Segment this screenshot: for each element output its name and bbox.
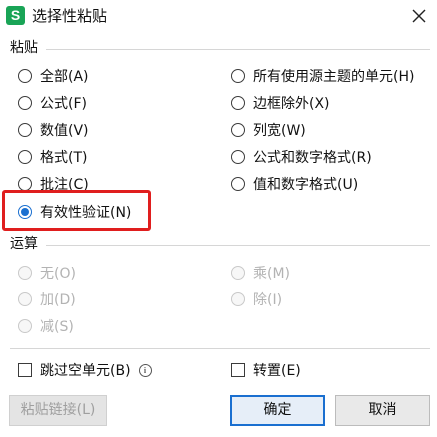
close-icon [412, 9, 426, 23]
radio-circle [18, 69, 32, 83]
radio-label: 全部(A) [40, 69, 89, 85]
paste-section-label: 粘贴 [10, 40, 38, 56]
radio-operation-subtract[interactable]: 减(S) [18, 315, 74, 337]
radio-circle [18, 96, 32, 110]
radio-paste-all[interactable]: 全部(A) [18, 65, 89, 87]
paste-special-dialog: S 选择性粘贴 粘贴 全部(A) 公式(F) 数值(V) 格式(T) 批注(C)… [0, 0, 437, 437]
bottom-divider [10, 348, 430, 349]
radio-circle [18, 266, 32, 280]
radio-operation-none[interactable]: 无(O) [18, 262, 76, 284]
paste-section-divider [46, 49, 430, 50]
dialog-title: 选择性粘贴 [32, 7, 108, 25]
radio-paste-values[interactable]: 数值(V) [18, 119, 89, 141]
ok-button[interactable]: 确定 [230, 395, 325, 426]
radio-operation-multiply[interactable]: 乘(M) [231, 262, 290, 284]
radio-paste-formulas-number-formats[interactable]: 公式和数字格式(R) [231, 146, 372, 168]
radio-label: 格式(T) [40, 150, 88, 166]
checkbox-label: 跳过空单元(B) [40, 363, 131, 379]
radio-label: 数值(V) [40, 123, 89, 139]
radio-label: 边框除外(X) [253, 96, 330, 112]
checkbox-box [231, 363, 245, 377]
operation-section-divider [46, 245, 430, 246]
operation-section-label: 运算 [10, 236, 38, 252]
radio-label: 值和数字格式(U) [253, 177, 359, 193]
radio-label: 乘(M) [253, 266, 291, 282]
radio-circle [18, 123, 32, 137]
radio-label: 所有使用源主题的单元(H) [253, 69, 415, 85]
radio-label: 列宽(W) [253, 123, 306, 139]
radio-circle [231, 69, 245, 83]
radio-label: 除(I) [253, 292, 283, 308]
title-bar: S 选择性粘贴 [0, 0, 437, 32]
radio-operation-add[interactable]: 加(D) [18, 288, 76, 310]
info-icon[interactable]: i [138, 363, 152, 377]
radio-paste-formulas[interactable]: 公式(F) [18, 92, 87, 114]
checkbox-box [18, 363, 32, 377]
highlight-annotation-box [2, 190, 151, 231]
radio-label: 公式(F) [40, 96, 87, 112]
radio-paste-source-theme[interactable]: 所有使用源主题的单元(H) [231, 65, 414, 87]
checkbox-label: 转置(E) [253, 363, 301, 379]
radio-circle [231, 266, 245, 280]
checkbox-transpose[interactable]: 转置(E) [231, 359, 301, 381]
radio-circle [231, 150, 245, 164]
radio-circle [18, 292, 32, 306]
radio-circle [18, 177, 32, 191]
cancel-button[interactable]: 取消 [335, 395, 430, 426]
radio-circle [231, 96, 245, 110]
radio-label: 无(O) [40, 266, 76, 282]
radio-label: 加(D) [40, 292, 76, 308]
radio-circle [18, 150, 32, 164]
radio-circle [231, 177, 245, 191]
radio-circle [231, 292, 245, 306]
radio-circle [231, 123, 245, 137]
radio-paste-except-borders[interactable]: 边框除外(X) [231, 92, 330, 114]
checkbox-skip-blanks[interactable]: 跳过空单元(B) i [18, 359, 152, 381]
radio-paste-column-widths[interactable]: 列宽(W) [231, 119, 306, 141]
radio-operation-divide[interactable]: 除(I) [231, 288, 282, 310]
close-button[interactable] [407, 4, 431, 28]
radio-circle [18, 319, 32, 333]
app-logo-icon: S [6, 6, 25, 25]
radio-label: 公式和数字格式(R) [253, 150, 372, 166]
radio-paste-formats[interactable]: 格式(T) [18, 146, 87, 168]
paste-link-button[interactable]: 粘贴链接(L) [9, 395, 107, 426]
radio-paste-values-number-formats[interactable]: 值和数字格式(U) [231, 173, 358, 195]
radio-label: 减(S) [40, 319, 74, 335]
